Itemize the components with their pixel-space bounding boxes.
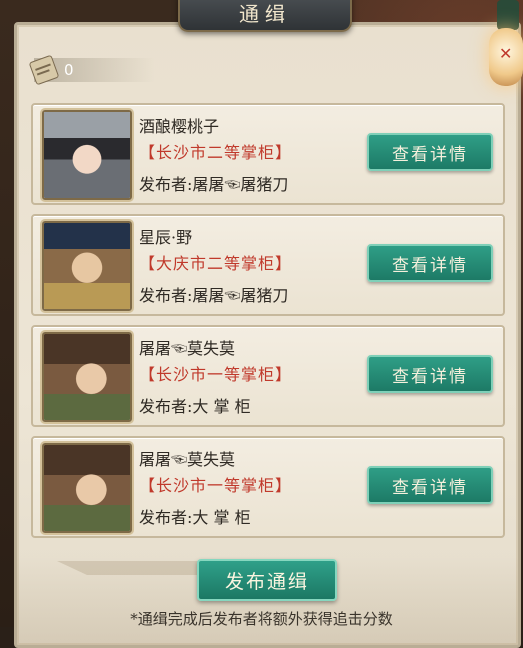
lantern-hook — [497, 0, 519, 30]
target-rank: 【长沙市二等掌柜】 — [139, 143, 293, 162]
male-avatar-icon[interactable] — [42, 443, 132, 533]
target-name: 星辰·野 — [139, 228, 193, 247]
publisher-text: 发布者:屠屠☜屠猪刀 — [139, 175, 289, 194]
target-rank: 【长沙市一等掌柜】 — [139, 365, 293, 384]
official-avatar-icon[interactable] — [42, 221, 132, 311]
target-rank: 【大庆市二等掌柜】 — [139, 254, 293, 273]
publish-wanted-button[interactable]: 发布通缉 — [197, 559, 337, 601]
view-details-button[interactable]: 查看详情 — [367, 244, 493, 282]
publisher-text: 发布者:屠屠☜屠猪刀 — [139, 286, 289, 305]
female-avatar-icon[interactable] — [42, 110, 132, 200]
wanted-counter: 0 — [28, 54, 154, 86]
wanted-card: 屠屠☜莫失莫 【长沙市一等掌柜】 发布者:大 掌 柜 查看详情 — [31, 325, 505, 427]
view-details-button[interactable]: 查看详情 — [367, 133, 493, 171]
lantern-icon — [489, 28, 523, 86]
view-details-button[interactable]: 查看详情 — [367, 355, 493, 393]
footnote-text: *通缉完成后发布者将额外获得追击分数 — [130, 610, 393, 628]
wanted-card: 酒酿樱桃子 【长沙市二等掌柜】 发布者:屠屠☜屠猪刀 查看详情 — [31, 103, 505, 205]
view-details-button[interactable]: 查看详情 — [367, 466, 493, 504]
publisher-text: 发布者:大 掌 柜 — [139, 508, 251, 527]
target-name: 酒酿樱桃子 — [139, 117, 220, 136]
scroll-icon — [28, 54, 60, 86]
target-name: 屠屠☜莫失莫 — [139, 339, 236, 358]
wanted-card: 屠屠☜莫失莫 【长沙市一等掌柜】 发布者:大 掌 柜 查看详情 — [31, 436, 505, 538]
male-avatar-icon[interactable] — [42, 332, 132, 422]
target-name: 屠屠☜莫失莫 — [139, 450, 236, 469]
wanted-card: 星辰·野 【大庆市二等掌柜】 发布者:屠屠☜屠猪刀 查看详情 — [31, 214, 505, 316]
publisher-text: 发布者:大 掌 柜 — [139, 397, 251, 416]
panel-title: 通缉 — [178, 0, 352, 32]
counter-value: 0 — [64, 61, 74, 79]
target-rank: 【长沙市一等掌柜】 — [139, 476, 293, 495]
